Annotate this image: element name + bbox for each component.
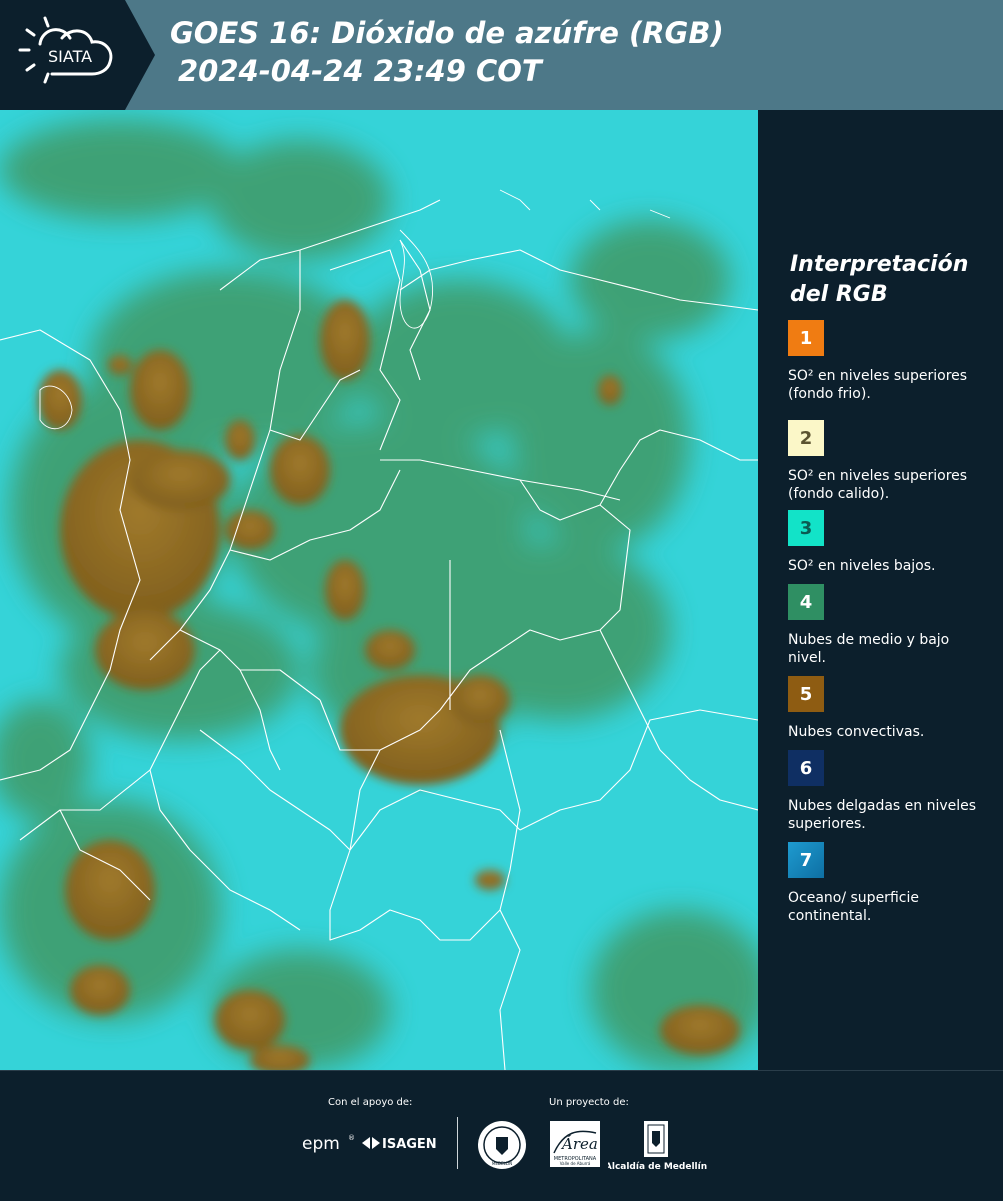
alcaldia-logo: Alcaldía de Medellín (608, 1121, 707, 1172)
legend-label: Nubes de medio y bajo nivel. (788, 632, 950, 666)
epm-logo: epm (302, 1134, 340, 1154)
legend-swatch: 3 (788, 510, 824, 546)
legend-swatch: 4 (788, 584, 824, 620)
legend-label: Nubes delgadas en niveles superiores. (788, 798, 977, 832)
page-title: GOES 16: Dióxido de azúfre (RGB) 2024-04… (170, 14, 724, 90)
legend-number: 3 (799, 517, 813, 539)
area-logo-text: Área (560, 1135, 598, 1153)
registered-mark: ® (348, 1134, 355, 1142)
legend-swatch: 6 (788, 750, 824, 786)
footer-divider (457, 1117, 458, 1169)
legend-number: 1 (799, 327, 813, 349)
legend-label: Nubes convectivas. (788, 724, 925, 740)
sponsor-logos: epm ® ISAGEN (302, 1134, 437, 1154)
legend-swatch: 2 (788, 420, 824, 456)
legend-number: 6 (799, 757, 813, 779)
legend-item: 6 Nubes delgadas en niveles superiores. (788, 750, 988, 833)
medellin-seal-icon: MEDELLÍN (478, 1121, 526, 1169)
legend-swatch: 1 (788, 320, 824, 356)
legend-panel: Interpretación del RGB 1 SO² en niveles … (760, 110, 1003, 1070)
project-label: Un proyecto de: (549, 1097, 629, 1108)
legend-item: 7 Oceano/ superficie continental. (788, 842, 988, 925)
legend-label: SO² en niveles superiores (fondo frio). (788, 368, 968, 402)
title-product: GOES 16: Dióxido de azúfre (RGB) (170, 16, 724, 50)
legend-item: 5 Nubes convectivas. (788, 676, 988, 741)
legend-number: 5 (799, 683, 813, 705)
isagen-logo: ISAGEN (382, 1137, 437, 1152)
legend-label: Oceano/ superficie continental. (788, 890, 919, 924)
isagen-mark-icon (362, 1137, 380, 1149)
area-logo-subtext2: Valle de Aburrá (560, 1161, 591, 1166)
satellite-map[interactable] (0, 110, 758, 1070)
siata-logo-icon: SIATA (18, 16, 113, 84)
seal-caption: MEDELLÍN (492, 1161, 512, 1166)
legend-title-line1: Interpretación (790, 252, 969, 277)
footer: Con el apoyo de: Un proyecto de: epm ® I… (0, 1070, 1003, 1201)
support-label: Con el apoyo de: (328, 1097, 413, 1108)
satellite-image (0, 110, 758, 1070)
legend-item: 4 Nubes de medio y bajo nivel. (788, 584, 988, 667)
legend-item: 2 SO² en niveles superiores (fondo calid… (788, 420, 988, 503)
legend-label: SO² en niveles bajos. (788, 558, 936, 574)
legend-title-line2: del RGB (790, 282, 888, 307)
legend-swatch: 7 (788, 842, 824, 878)
logo-panel: SIATA (0, 0, 155, 110)
legend-label: SO² en niveles superiores (fondo calido)… (788, 468, 968, 502)
legend-title: Interpretación del RGB (790, 250, 968, 310)
legend-number: 7 (799, 849, 813, 871)
legend-swatch: 5 (788, 676, 824, 712)
legend-item: 3 SO² en niveles bajos. (788, 510, 988, 575)
alcaldia-text: Alcaldía de Medellín (608, 1162, 707, 1172)
title-timestamp: 2024-04-24 23:49 COT (178, 54, 542, 88)
legend-number: 2 (799, 427, 813, 449)
area-metropolitana-logo: Área METROPOLITANA Valle de Aburrá (550, 1121, 600, 1167)
legend-item: 1 SO² en niveles superiores (fondo frio)… (788, 320, 988, 403)
legend-number: 4 (799, 591, 813, 613)
siata-logo-text: SIATA (48, 47, 92, 66)
